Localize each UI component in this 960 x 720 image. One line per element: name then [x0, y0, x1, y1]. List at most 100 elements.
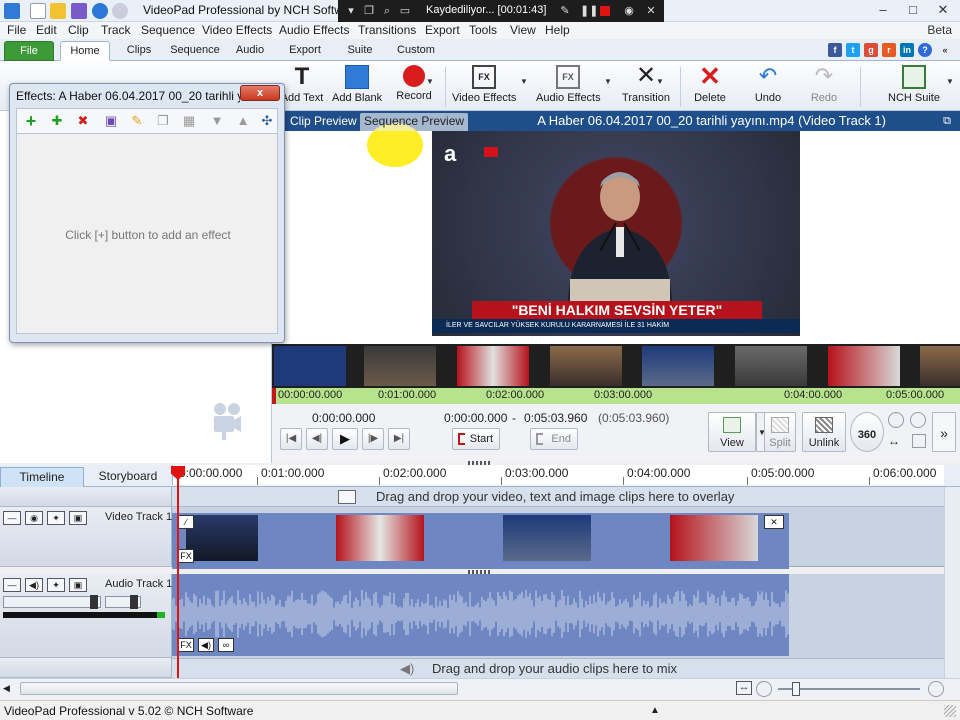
fit-width-icon[interactable]: ↔	[888, 434, 900, 448]
zoom-out-timeline-icon[interactable]	[756, 681, 772, 697]
help-icon[interactable]: ?	[918, 43, 932, 57]
set-end-button[interactable]: End	[530, 428, 578, 450]
camera-icon[interactable]: ◉	[622, 4, 636, 18]
record-dropdown-icon[interactable]: ▼	[426, 77, 434, 86]
stop-record-icon[interactable]	[600, 6, 610, 16]
paste-effect-icon[interactable]: ▦	[181, 113, 197, 129]
audio-clip-fx-icon[interactable]: FX	[178, 638, 194, 652]
undo-quick-icon[interactable]	[92, 3, 108, 19]
add-effect-icon[interactable]: +	[23, 112, 39, 130]
edit-effect-icon[interactable]: ✎	[129, 113, 145, 129]
video-effects-dropdown-icon[interactable]: ▼	[520, 77, 528, 86]
menu-transitions[interactable]: Transitions	[358, 23, 416, 37]
go-to-end-button[interactable]: ▶|	[388, 428, 410, 450]
step-back-button[interactable]: ◀|	[306, 428, 328, 450]
move-up-icon[interactable]: ▲	[235, 113, 251, 129]
effects-list[interactable]: Click [+] button to add an effect	[16, 134, 278, 334]
zoom-slider[interactable]	[778, 682, 920, 696]
undo-button[interactable]: ↶ Undo	[748, 65, 788, 109]
twitter-icon[interactable]: t	[846, 43, 860, 57]
transition-button[interactable]: ✕ Transition	[620, 64, 672, 109]
audio-track[interactable]: FX ◀) ∞	[172, 574, 944, 658]
fade-in-icon[interactable]: ∕	[178, 515, 194, 529]
volume-slider[interactable]	[3, 595, 101, 609]
add-blank-button[interactable]: Add Blank	[332, 65, 382, 109]
audio-effects-track-icon[interactable]: ✦	[47, 578, 65, 592]
monitor-icon[interactable]: ▭	[398, 4, 412, 18]
effects-close-button[interactable]: x	[240, 85, 280, 101]
record-button[interactable]: Record	[392, 65, 436, 109]
step-forward-button[interactable]: |▶	[362, 428, 384, 450]
menu-track[interactable]: Track	[101, 23, 131, 37]
preview-thumbnail-strip[interactable]	[272, 344, 960, 388]
delete-button[interactable]: ✕ Delete	[690, 63, 730, 109]
close-recorder-icon[interactable]: ✕	[644, 4, 658, 18]
zoom-in-timeline-icon[interactable]	[928, 681, 944, 697]
audio-drop-zone[interactable]: ◀) Drag and drop your audio clips here t…	[172, 658, 944, 678]
volume-slider-handle[interactable]	[90, 595, 98, 609]
preview-ruler[interactable]: 00:00:00.000 0:01:00.000 0:02:00.000 0:0…	[272, 388, 960, 404]
zoom-out-preview-icon[interactable]	[888, 412, 904, 428]
tab-clip-preview[interactable]: Clip Preview	[286, 113, 361, 131]
collapse-ribbon-icon[interactable]: «	[938, 43, 952, 57]
scroll-left-icon[interactable]: ◀	[3, 683, 10, 694]
360-video-button[interactable]: 360	[850, 412, 884, 452]
menu-sequence[interactable]: Sequence	[141, 23, 195, 37]
zoom-in-preview-icon[interactable]	[910, 412, 926, 428]
video-preview[interactable]: a "BENİ HALKIM SEVSİN YETER" İLER VE SAV…	[432, 131, 800, 336]
pan-slider[interactable]	[105, 595, 141, 609]
minimize-icon[interactable]: –	[868, 0, 898, 20]
view-button[interactable]: View	[708, 412, 756, 452]
video-track[interactable]: ∕ FX ✕	[172, 507, 944, 569]
preview-playhead[interactable]	[272, 388, 276, 404]
nch-suite-button[interactable]: NCH Suite	[884, 65, 944, 109]
menu-edit[interactable]: Edit	[36, 23, 57, 37]
eye-icon[interactable]: ◉	[25, 511, 43, 525]
play-button[interactable]: ▶	[332, 428, 358, 450]
google-plus-icon[interactable]: g	[864, 43, 878, 57]
pencil-icon[interactable]: ✎	[558, 4, 572, 18]
tab-audio[interactable]: Audio	[230, 41, 270, 61]
add-text-button[interactable]: T Add Text	[280, 65, 324, 109]
save-project-icon[interactable]	[71, 3, 87, 19]
pause-icon[interactable]: ❚❚	[580, 4, 598, 18]
audio-effects-dropdown-icon[interactable]: ▼	[604, 77, 612, 86]
tab-export[interactable]: Export	[284, 41, 326, 61]
undock-preview-icon[interactable]: ⧉	[940, 114, 954, 128]
transition-dropdown-icon[interactable]: ▼	[656, 77, 664, 86]
windows-icon[interactable]: ❐	[362, 4, 376, 18]
fullscreen-icon[interactable]	[912, 434, 926, 448]
maximize-icon[interactable]: □	[898, 0, 928, 20]
effects-dialog-titlebar[interactable]: Effects: A Haber 06.04.2017 00_20 tarihl…	[10, 84, 284, 106]
menu-help[interactable]: Help	[545, 23, 570, 37]
unlink-button[interactable]: Unlink	[802, 412, 846, 452]
copy-effect-icon[interactable]: ❐	[155, 113, 171, 129]
new-project-icon[interactable]	[30, 3, 46, 19]
zoom-slider-handle[interactable]	[792, 682, 800, 696]
transition-icon[interactable]: ✕	[764, 515, 784, 529]
add-effect-variant-icon[interactable]: ✚	[49, 113, 65, 129]
timeline-vertical-scrollbar[interactable]	[944, 487, 960, 678]
tab-home[interactable]: Home	[60, 41, 110, 61]
menu-tools[interactable]: Tools	[469, 23, 497, 37]
zoom-icon[interactable]: ⌕	[380, 4, 394, 18]
menu-view[interactable]: View	[510, 23, 536, 37]
tab-sequence-preview[interactable]: Sequence Preview	[360, 113, 469, 131]
status-up-icon[interactable]: ▲	[650, 705, 660, 716]
save-effect-icon[interactable]: ▣	[103, 113, 119, 129]
audio-clip[interactable]: FX ◀) ∞	[172, 574, 789, 656]
close-icon[interactable]: ✕	[928, 0, 958, 20]
clip-fx-icon[interactable]: FX	[178, 549, 194, 563]
audio-clip-volume-icon[interactable]: ◀)	[198, 638, 214, 652]
redo-button[interactable]: ↷ Redo	[804, 65, 844, 109]
menu-icon[interactable]: ▾	[344, 4, 358, 18]
timeline-ruler[interactable]: 0:00:00.000 0:01:00.000 0:02:00.000 0:03…	[172, 465, 944, 485]
effect-chain-icon[interactable]: ✣	[259, 113, 275, 129]
collapse-audio-track-icon[interactable]: —	[3, 578, 21, 592]
collapse-track-icon[interactable]: —	[3, 511, 21, 525]
menu-audio-effects[interactable]: Audio Effects	[279, 23, 350, 37]
go-to-start-button[interactable]: |◀	[280, 428, 302, 450]
more-tools-button[interactable]: »	[932, 412, 956, 452]
track-effects-icon[interactable]: ✦	[47, 511, 65, 525]
beta-link[interactable]: Beta	[927, 23, 952, 37]
